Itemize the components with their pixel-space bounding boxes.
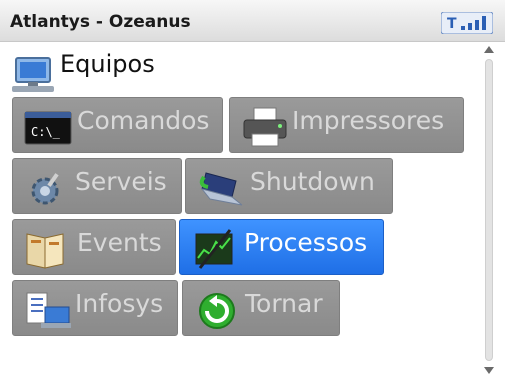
comandos-label: Comandos [77,106,210,135]
computer-icon [12,57,54,92]
comandos-button[interactable]: C:\_ Comandos [12,97,223,153]
shutdown-label: Shutdown [250,167,375,196]
settings-gear-icon [31,173,59,205]
serveis-button[interactable]: Serveis [12,158,182,214]
task-manager-icon [195,229,233,269]
processos-label: Processos [244,228,368,257]
infosys-button[interactable]: Infosys [12,280,178,336]
window-title: Atlantys - Ozeanus [10,12,191,32]
infosys-label: Infosys [75,289,164,318]
tornar-label: Tornar [245,289,323,318]
event-log-book-icon [26,233,64,269]
serveis-label: Serveis [75,167,167,196]
title-bar: Atlantys - Ozeanus T [0,0,505,42]
impressores-button[interactable]: Impressores [229,97,464,153]
command-prompt-icon: C:\_ [24,111,72,145]
events-label: Events [77,228,162,257]
scroll-down-arrow-icon[interactable] [483,365,495,375]
system-info-icon [26,292,71,328]
impressores-label: Impressores [292,106,445,135]
svg-text:T: T [447,16,457,32]
back-arrow-icon [199,293,235,329]
section-title: Equipos [60,50,155,78]
printer-icon [243,107,287,147]
tornar-button[interactable]: Tornar [182,280,340,336]
vertical-scrollbar[interactable] [483,45,495,375]
shutdown-button[interactable]: Shutdown [185,158,393,214]
scroll-track[interactable] [485,59,493,361]
svg-text:C:\_: C:\_ [31,125,61,139]
events-button[interactable]: Events [12,219,176,275]
shutdown-laptop-icon [199,172,243,206]
processos-button[interactable]: Processos [179,219,384,275]
signal-strength-icon: T [441,12,493,34]
scroll-up-arrow-icon[interactable] [483,45,495,55]
